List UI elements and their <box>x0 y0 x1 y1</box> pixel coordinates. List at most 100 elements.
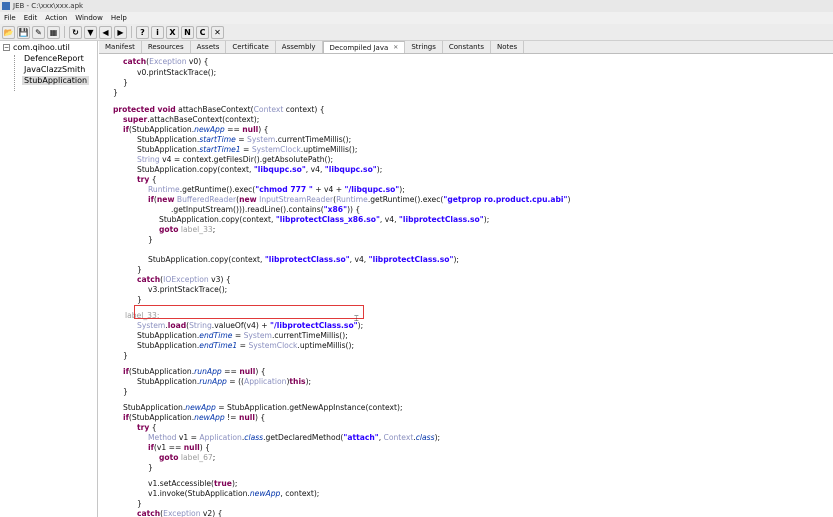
code-token: v0.printStackTrace(); <box>137 68 217 77</box>
code-token: (StubApplication. <box>128 367 195 376</box>
tab-label: Assets <box>196 43 220 51</box>
open-icon[interactable]: 📂 <box>2 25 15 39</box>
tab-manifest[interactable]: Manifest <box>99 41 142 53</box>
code-token: = <box>237 341 249 350</box>
code-token: "libqupc.so" <box>324 165 377 174</box>
info-icon[interactable]: i <box>151 25 164 39</box>
code-token: startTime <box>199 135 236 144</box>
code-line: StubApplication.copy(context, "libprotec… <box>159 215 489 225</box>
code-line: StubApplication.startTime = System.curre… <box>137 135 351 145</box>
tab-notes[interactable]: Notes <box>491 41 525 53</box>
save-icon[interactable]: 💾 <box>17 25 30 39</box>
tab-assets[interactable]: Assets <box>191 41 227 53</box>
menu-window[interactable]: Window <box>71 14 107 22</box>
menu-bar: File Edit Action Window Help <box>0 12 833 24</box>
code-line: if(StubApplication.newApp == null) { <box>123 125 269 135</box>
tab-certificate[interactable]: Certificate <box>226 41 276 53</box>
code-line: catch(Exception v0) { <box>123 57 208 67</box>
c-icon[interactable]: C <box>196 25 209 39</box>
tab-bar: Manifest Resources Assets Certificate Assemb… <box>99 41 833 54</box>
code-token: .currentTimeMillis(); <box>271 331 348 340</box>
menu-help[interactable]: Help <box>107 14 131 22</box>
code-token: , context); <box>280 489 320 498</box>
code-token: catch <box>137 509 161 517</box>
tree-item-defencereport[interactable]: DefenceReport <box>22 54 86 63</box>
tab-decompiled-java[interactable]: Decompiled Java ✕ <box>322 41 406 53</box>
code-line: } <box>137 295 142 305</box>
code-line: } <box>123 387 128 397</box>
tree-item-stubapplication[interactable]: StubApplication <box>22 76 90 85</box>
refresh-icon[interactable]: ↻ <box>69 25 82 39</box>
tab-constants[interactable]: Constants <box>443 41 491 53</box>
code-token: StubApplication. <box>137 377 200 386</box>
grid-icon[interactable]: ▦ <box>47 25 60 39</box>
tree-root-label: com.qihoo.util <box>13 43 70 52</box>
tab-strings[interactable]: Strings <box>405 41 443 53</box>
code-token: ) { <box>255 367 266 376</box>
tool-icon[interactable]: ✎ <box>32 25 45 39</box>
mouse-cursor-icon: ⌶ <box>354 314 359 323</box>
code-token: StubApplication. <box>137 145 200 154</box>
menu-edit[interactable]: Edit <box>20 14 42 22</box>
code-line: } <box>113 88 118 98</box>
code-token: endTime1 <box>199 341 238 350</box>
highlight-box <box>134 305 364 319</box>
tab-resources[interactable]: Resources <box>142 41 191 53</box>
code-line: StubApplication.newApp = StubApplication… <box>123 403 403 413</box>
code-token: = <box>235 135 247 144</box>
code-token: new <box>239 195 257 204</box>
code-token: IOException <box>163 275 209 284</box>
menu-file[interactable]: File <box>0 14 20 22</box>
code-line: } <box>148 235 153 245</box>
tab-assembly[interactable]: Assembly <box>276 41 323 53</box>
code-token: } <box>113 88 118 97</box>
code-token: StubApplication.copy(context, <box>137 165 254 174</box>
code-token: SystemClock <box>251 145 301 154</box>
forward-icon[interactable]: ▶ <box>114 25 127 39</box>
code-line: catch(Exception v2) { <box>137 509 222 517</box>
collapse-icon[interactable]: − <box>3 44 10 51</box>
code-token: goto <box>159 225 179 234</box>
tab-label: Constants <box>448 43 484 51</box>
down-icon[interactable]: ▼ <box>84 25 97 39</box>
code-line: } <box>148 463 153 473</box>
code-token: "/libqupc.so" <box>344 185 400 194</box>
x-icon[interactable]: X <box>166 25 179 39</box>
code-token: runApp <box>194 367 222 376</box>
code-token: class <box>244 433 264 442</box>
code-token: = StubApplication.getNewAppInstance(cont… <box>215 403 403 412</box>
tab-close-icon[interactable]: ✕ <box>393 44 398 51</box>
code-editor[interactable]: catch(Exception v0) {v0.printStackTrace(… <box>99 55 833 517</box>
code-token: v1.setAccessible( <box>148 479 215 488</box>
code-line: StubApplication.runApp = ((Application)t… <box>137 377 311 387</box>
code-token: ); <box>434 433 441 442</box>
back-icon[interactable]: ◀ <box>99 25 112 39</box>
code-token: v4 = context.getFilesDir().getAbsolutePa… <box>159 155 334 164</box>
tree-item-javaclazzsmith[interactable]: JavaClazzSmith <box>22 65 87 74</box>
code-line: StubApplication.endTime1 = SystemClock.u… <box>137 341 354 351</box>
code-token: this <box>289 377 306 386</box>
code-token: , v4, <box>305 165 325 174</box>
code-token: newApp <box>194 125 225 134</box>
n-icon[interactable]: N <box>181 25 194 39</box>
code-token: Context <box>253 105 284 114</box>
code-line: v1.setAccessible(true); <box>148 479 237 489</box>
toolbar-separator <box>64 26 65 38</box>
menu-action[interactable]: Action <box>41 14 71 22</box>
code-token: "libprotectClass.so" <box>264 255 350 264</box>
help-icon[interactable]: ? <box>136 25 149 39</box>
title-bar: JEB - C:\xxx\xxx.apk <box>0 0 833 12</box>
code-line: } <box>123 351 128 361</box>
code-token: Runtime <box>336 195 368 204</box>
code-token: try <box>137 423 150 432</box>
code-token: = (( <box>226 377 244 386</box>
code-token: System <box>247 135 276 144</box>
code-line: Runtime.getRuntime().exec("chmod 777 " +… <box>148 185 405 195</box>
tree-root[interactable]: − com.qihoo.util <box>3 43 70 52</box>
code-token: protected void <box>113 105 176 114</box>
code-token: != <box>224 413 239 422</box>
close-icon[interactable]: ✕ <box>211 25 224 39</box>
window-title: JEB - C:\xxx\xxx.apk <box>13 2 84 10</box>
code-token: StubApplication. <box>137 341 200 350</box>
code-token: } <box>123 351 128 360</box>
